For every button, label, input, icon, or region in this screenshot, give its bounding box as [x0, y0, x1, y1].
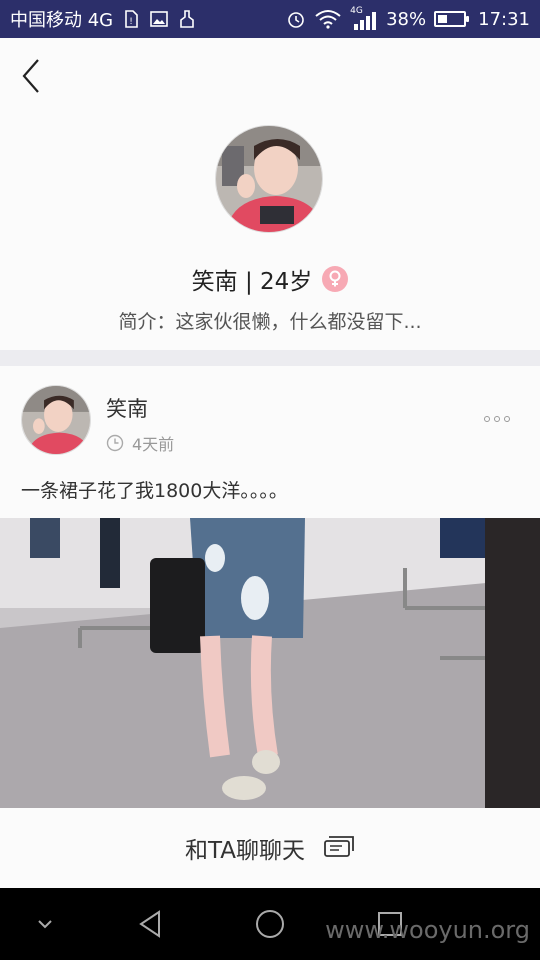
carrier-label: 中国移动 4G: [10, 10, 114, 31]
name-age-row: 笑南 | 24岁: [0, 262, 540, 296]
section-divider: [0, 350, 540, 366]
watermark: www.wooyun.org: [325, 916, 530, 944]
alarm-icon: [288, 12, 304, 28]
chat-bubble-icon: [324, 836, 354, 857]
chevron-left-icon[interactable]: [18, 56, 44, 96]
chat-button[interactable]: 和TA聊聊天: [0, 808, 540, 888]
post-time: 4天前: [132, 435, 175, 454]
clock: 17:31: [478, 8, 530, 30]
collapse-icon[interactable]: [20, 888, 70, 960]
system-nav-bar: www.wooyun.org: [0, 888, 540, 960]
female-icon: [322, 266, 349, 292]
back-triangle-icon[interactable]: [125, 888, 175, 960]
home-circle-icon[interactable]: [245, 888, 295, 960]
status-bar: 中国移动 4G ! 4G 38% 17:31: [0, 0, 540, 38]
cleaner-icon: [180, 10, 194, 28]
profile-avatar[interactable]: [215, 125, 323, 233]
profile-bio: 简介：这家伙很懒，什么都没留下...: [118, 311, 422, 333]
clock-icon: [106, 434, 124, 452]
profile-name-age: 笑南 | 24岁: [191, 269, 313, 295]
post-time-row: 4天前: [106, 431, 174, 455]
wifi-icon: [315, 10, 341, 29]
more-dots-icon[interactable]: [484, 416, 510, 422]
battery-percent: 38%: [386, 8, 427, 30]
signal-icon: 4G: [350, 6, 378, 30]
chat-button-label: 和TA聊聊天: [185, 838, 305, 864]
battery-icon: [434, 11, 470, 27]
image-icon: [150, 11, 168, 27]
sim-alert-icon: !: [125, 10, 138, 28]
post-author-avatar[interactable]: [21, 385, 91, 455]
svg-text:!: !: [129, 17, 133, 27]
post-text: 一条裙子花了我1800大洋。。。。: [21, 480, 288, 502]
post-author-name[interactable]: 笑南: [106, 393, 148, 423]
post-photo[interactable]: [0, 518, 540, 808]
